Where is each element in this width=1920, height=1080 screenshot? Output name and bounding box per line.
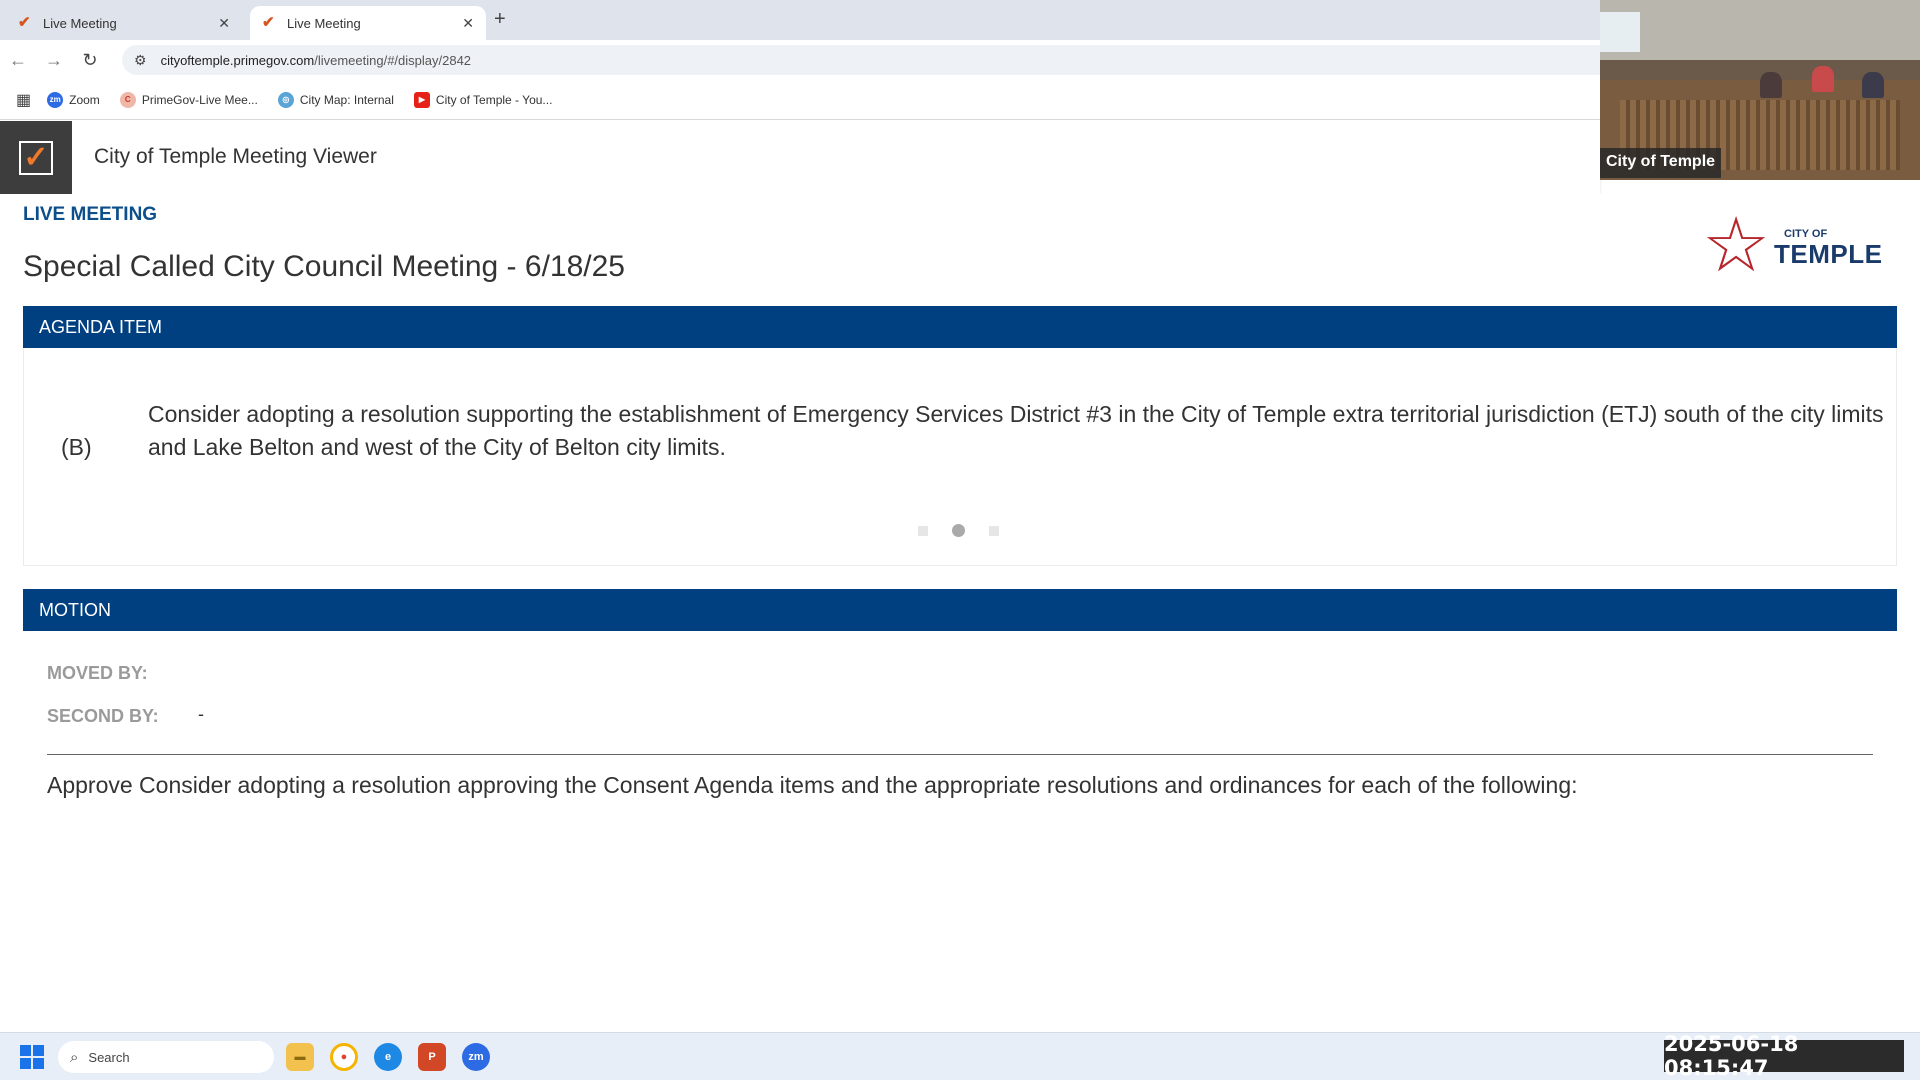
- video-person: [1760, 72, 1782, 98]
- motion-header: MOTION: [23, 589, 1897, 631]
- carousel-dot[interactable]: [989, 525, 999, 536]
- bookmark-label: Zoom: [69, 92, 100, 107]
- checkmark-favicon-icon: ✔: [18, 14, 31, 31]
- windows-start-icon[interactable]: [20, 1045, 44, 1069]
- video-person: [1812, 66, 1834, 92]
- bookmark-label: City Map: Internal: [299, 92, 394, 107]
- edge-icon[interactable]: e: [374, 1043, 402, 1071]
- browser-tab-1[interactable]: ✔ Live Meeting ✕: [6, 6, 242, 40]
- main-content: LIVE MEETING Special Called City Council…: [0, 194, 1920, 1032]
- bookmark-city-map[interactable]: ◎ City Map: Internal: [277, 91, 394, 108]
- agenda-item-panel: (B) Consider adopting a resolution suppo…: [23, 348, 1897, 566]
- youtube-icon: ▶: [413, 91, 430, 108]
- carousel-dot-active[interactable]: [952, 524, 965, 537]
- app-logo: ✓: [0, 121, 72, 194]
- zoom-icon: zm: [47, 91, 64, 108]
- moved-by-label: MOVED BY:: [47, 663, 148, 683]
- meeting-title: Special Called City Council Meeting - 6/…: [23, 250, 625, 283]
- carousel-indicator: [918, 524, 999, 537]
- chrome-icon[interactable]: ●: [330, 1043, 358, 1071]
- file-explorer-icon[interactable]: ▬: [286, 1043, 314, 1071]
- video-screen: [1600, 12, 1640, 52]
- reload-icon[interactable]: ↻: [72, 50, 108, 71]
- timestamp-overlay: 2025-06-18 08:15:47: [1664, 1032, 1904, 1080]
- tab-label: Live Meeting: [287, 15, 361, 31]
- agenda-item-text: Consider adopting a resolution supportin…: [148, 401, 1884, 460]
- url-host: cityoftemple.primegov.com: [160, 52, 315, 68]
- carousel-dot[interactable]: [918, 525, 928, 536]
- site-info-icon[interactable]: ⚙: [134, 52, 147, 69]
- bookmarks-bar: ▦ zm Zoom C PrimeGov-Live Mee... ◎ City …: [0, 80, 1600, 120]
- second-by-label: SECOND BY:: [47, 706, 159, 726]
- live-meeting-label: LIVE MEETING: [23, 204, 158, 225]
- back-arrow-icon[interactable]: ←: [0, 50, 36, 71]
- app-header: ✓ City of Temple Meeting Viewer: [0, 121, 1600, 194]
- checkmark-favicon-icon: ✔: [262, 14, 275, 31]
- taskbar: ⌕ Search ▬ ● e P zm 2025-06-18 08:15:47: [0, 1032, 1920, 1080]
- motion-divider: [47, 754, 1873, 755]
- star-icon: ☆: [1702, 203, 1771, 288]
- search-placeholder: Search: [88, 1049, 130, 1065]
- video-ceiling: [1600, 0, 1920, 60]
- app-title: City of Temple Meeting Viewer: [94, 145, 377, 168]
- agenda-item-header: AGENDA ITEM: [23, 306, 1897, 348]
- address-bar[interactable]: ⚙ cityoftemple.primegov.com/livemeeting/…: [122, 45, 1600, 75]
- bookmark-label: City of Temple - You...: [435, 92, 553, 107]
- taskbar-search[interactable]: ⌕ Search: [58, 1041, 274, 1073]
- second-by-value: -: [198, 704, 204, 724]
- browser-tab-strip: ✔ Live Meeting ✕ ✔ Live Meeting ✕ +: [0, 0, 1600, 40]
- zoom-app-icon[interactable]: zm: [462, 1043, 490, 1071]
- apps-grid-icon[interactable]: ▦: [16, 90, 31, 110]
- bookmark-zoom[interactable]: zm Zoom: [47, 91, 100, 108]
- close-tab-icon[interactable]: ✕: [218, 15, 230, 32]
- browser-toolbar: ← → ↻ ⚙ cityoftemple.primegov.com/liveme…: [0, 40, 1600, 80]
- map-icon: ◎: [277, 91, 294, 108]
- video-feed[interactable]: City of Temple: [1600, 0, 1920, 180]
- tab-label: Live Meeting: [43, 15, 117, 31]
- browser-tab-2[interactable]: ✔ Live Meeting ✕: [250, 6, 486, 40]
- logo-temple: TEMPLE: [1774, 239, 1883, 269]
- url-text: cityoftemple.primegov.com/livemeeting/#/…: [161, 53, 471, 68]
- powerpoint-icon[interactable]: P: [418, 1043, 446, 1071]
- motion-description: Approve Consider adopting a resolution a…: [47, 772, 1578, 798]
- bookmark-label: PrimeGov-Live Mee...: [141, 92, 258, 107]
- video-person: [1862, 72, 1884, 98]
- forward-arrow-icon[interactable]: →: [36, 50, 72, 71]
- close-tab-icon[interactable]: ✕: [462, 15, 474, 32]
- url-path: /livemeeting/#/display/2842: [314, 52, 472, 68]
- agenda-item-letter: (B): [61, 434, 92, 460]
- primegov-icon: C: [119, 91, 136, 108]
- bookmark-youtube[interactable]: ▶ City of Temple - You...: [413, 91, 553, 108]
- new-tab-icon[interactable]: +: [494, 8, 506, 31]
- bookmark-primegov[interactable]: C PrimeGov-Live Mee...: [119, 91, 258, 108]
- video-label: City of Temple: [1600, 148, 1722, 178]
- checkbox-logo-icon: ✓: [19, 140, 53, 175]
- search-icon: ⌕: [70, 1048, 79, 1066]
- city-of-temple-logo: ☆ CITY OF TEMPLE: [1700, 203, 1883, 288]
